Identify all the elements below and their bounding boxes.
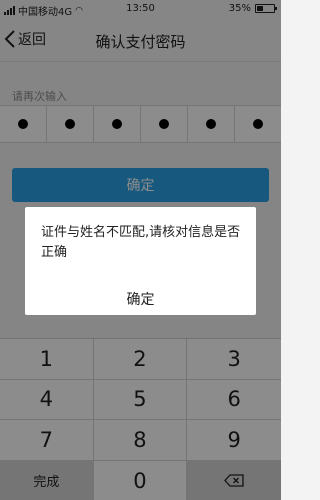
screen: 中国移动4G ◠ 13:50 35% 返回 确认支付密码 请再次输入 确定 1 … bbox=[0, 0, 281, 500]
dialog-ok-button[interactable]: 确定 bbox=[25, 289, 256, 309]
alert-dialog: 证件与姓名不匹配,请核对信息是否正确 确定 bbox=[25, 207, 256, 315]
dialog-message: 证件与姓名不匹配,请核对信息是否正确 bbox=[41, 225, 241, 260]
